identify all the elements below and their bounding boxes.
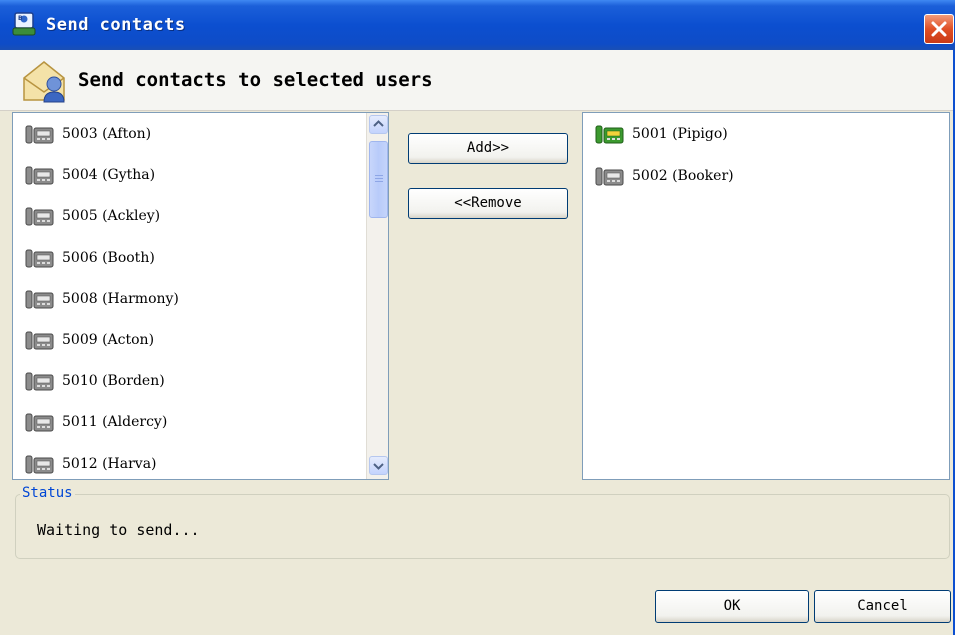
scroll-up-button[interactable] <box>369 115 388 134</box>
list-item[interactable]: 5004 (Gytha) <box>25 160 155 190</box>
list-item[interactable]: 5011 (Aldercy) <box>25 407 167 437</box>
ok-button[interactable]: OK <box>655 590 809 623</box>
phone-gray-icon <box>25 166 54 185</box>
phone-gray-icon <box>25 372 54 391</box>
phone-gray-icon <box>25 207 54 226</box>
window-title: Send contacts <box>46 15 186 35</box>
list-item[interactable]: 5008 (Harmony) <box>25 284 179 314</box>
close-icon <box>931 21 947 37</box>
list-item[interactable]: 5010 (Borden) <box>25 366 165 396</box>
list-item-label: 5009 (Acton) <box>62 332 155 348</box>
status-legend: Status <box>20 485 75 501</box>
remove-button[interactable]: <<Remove <box>408 188 568 219</box>
scroll-thumb[interactable] <box>369 141 388 218</box>
vertical-scrollbar[interactable] <box>366 113 388 479</box>
list-item[interactable]: 5006 (Booth) <box>25 243 155 273</box>
svg-text:B: B <box>18 15 23 22</box>
phone-gray-icon <box>25 290 54 309</box>
list-item[interactable]: 5012 (Harva) <box>25 449 157 479</box>
mail-contacts-icon <box>23 61 65 103</box>
list-item-label: 5011 (Aldercy) <box>62 414 168 431</box>
chevron-up-icon <box>373 120 384 127</box>
list-item-label: 5012 (Harva) <box>62 455 157 472</box>
dialog-heading: Send contacts to selected users <box>78 69 433 91</box>
cancel-button[interactable]: Cancel <box>814 590 951 623</box>
available-contacts-list[interactable]: 5003 (Afton) 5004 (Gytha) 5005 (Ackley) 500… <box>12 112 389 480</box>
title-bar[interactable]: B Send contacts <box>0 0 955 50</box>
list-item-label: 5004 (Gytha) <box>62 167 156 184</box>
scroll-down-button[interactable] <box>369 456 388 475</box>
phone-gray-icon <box>25 455 54 474</box>
list-item-label: 5001 (Pipigo) <box>632 126 728 142</box>
selected-users-list[interactable]: 5001 (Pipigo) 5002 (Booker) <box>582 112 950 480</box>
phone-gray-icon <box>25 413 54 432</box>
list-item-label: 5003 (Afton) <box>62 126 152 142</box>
phone-gray-icon <box>25 249 54 268</box>
list-item[interactable]: 5001 (Pipigo) <box>595 119 728 149</box>
list-item-label: 5005 (Ackley) <box>62 208 161 225</box>
send-contacts-dialog: B Send contacts Send contacts to selecte… <box>0 0 955 635</box>
list-item[interactable]: 5002 (Booker) <box>595 161 734 191</box>
close-button[interactable] <box>924 14 954 44</box>
list-item-label: 5006 (Booth) <box>62 249 155 266</box>
phone-gray-icon <box>25 331 54 350</box>
list-item-label: 5002 (Booker) <box>632 167 734 184</box>
status-text: Waiting to send... <box>37 521 200 539</box>
phone-green-icon <box>595 125 624 144</box>
chevron-down-icon <box>373 463 384 470</box>
add-button[interactable]: Add>> <box>408 133 568 164</box>
contacts-app-icon: B <box>12 12 36 36</box>
list-item[interactable]: 5009 (Acton) <box>25 325 154 355</box>
phone-gray-icon <box>25 125 54 144</box>
list-item[interactable]: 5003 (Afton) <box>25 119 151 149</box>
list-item-label: 5010 (Borden) <box>62 373 165 390</box>
phone-gray-icon <box>595 167 624 185</box>
list-item[interactable]: 5005 (Ackley) <box>25 201 160 231</box>
dialog-header: Send contacts to selected users <box>0 50 955 111</box>
list-item-label: 5008 (Harmony) <box>62 290 179 307</box>
